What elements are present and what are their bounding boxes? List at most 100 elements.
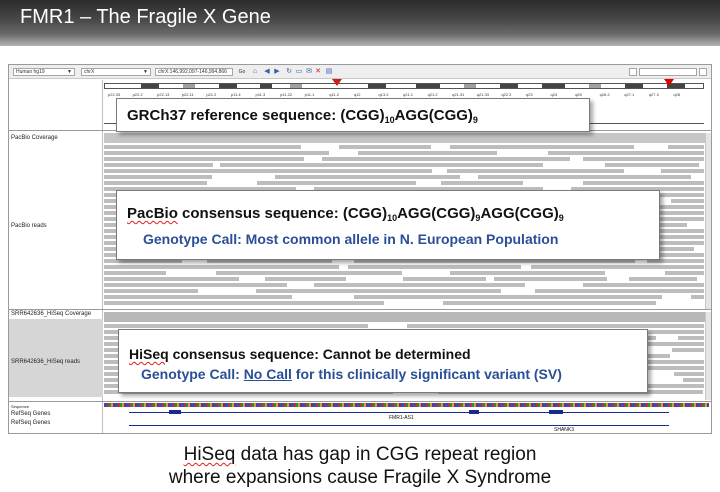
aligned-read <box>104 181 207 185</box>
back-icon[interactable]: ◀ <box>263 68 271 76</box>
gene-shank3-line <box>129 425 669 426</box>
grch37-callout: GRCh37 reference sequence: (CGG)10AGG(CG… <box>116 98 590 132</box>
home-icon[interactable]: ⌂ <box>251 68 259 76</box>
ideogram-band-label: p22.11 <box>181 92 194 97</box>
ideogram-band-label: q22.2 <box>501 92 512 97</box>
pacbio-mid2: AGG(CGG) <box>480 205 559 222</box>
current-locus-marker-icon <box>664 79 674 86</box>
aligned-read <box>220 163 544 167</box>
hiseq-scrollbar[interactable] <box>705 312 711 400</box>
track-label-refseq-genes: RefSeq Genes <box>11 411 51 417</box>
igv-toolbar: Human hg19 ▼ chrX ▼ chrX:146,992,097-146… <box>9 65 711 79</box>
ideogram-band <box>290 84 303 88</box>
aligned-read <box>104 289 198 293</box>
track-label-refseq-genes-2: RefSeq Genes <box>11 420 51 426</box>
caption-line-1: HiSeq data has gap in CGG repeat region <box>0 444 720 466</box>
aligned-read <box>321 157 570 161</box>
ideogram-band-label: p21.2 <box>206 92 217 97</box>
zoom-out-button[interactable] <box>629 68 637 76</box>
zoom-in-button[interactable] <box>699 68 707 76</box>
aligned-read <box>583 283 704 287</box>
caption-line-1-rest: data has gap in CGG repeat region <box>235 444 537 465</box>
refresh-icon[interactable]: ↻ <box>285 68 293 76</box>
ideogram-band-label: q11.2 <box>329 92 339 97</box>
locus-input[interactable]: chrX:146,992,097-146,994,866 <box>155 68 233 76</box>
aligned-read <box>494 277 607 281</box>
aligned-read <box>104 324 369 328</box>
gene-exon <box>169 410 181 414</box>
ideogram-band <box>589 84 602 88</box>
genome-select[interactable]: Human hg19 ▼ <box>13 68 75 76</box>
ideogram-band-label: q27.1 <box>624 92 635 97</box>
chromosome-ideogram[interactable] <box>104 83 704 89</box>
chevron-down-icon: ▼ <box>143 69 148 75</box>
ideogram-band-label: q21.2 <box>427 92 438 97</box>
aligned-read <box>678 336 704 340</box>
ideogram-band-label: q13.2 <box>378 92 389 97</box>
sequence-track <box>104 403 709 407</box>
aligned-read <box>531 265 704 269</box>
zoom-slider[interactable] <box>639 68 697 76</box>
ideogram-band-label: q25 <box>575 92 582 97</box>
aligned-read <box>104 145 302 149</box>
aligned-read <box>257 181 416 185</box>
aligned-read <box>104 157 304 161</box>
genome-select-value: Human hg19 <box>16 69 45 75</box>
aligned-read <box>104 151 330 155</box>
pacbio-consensus-text: PacBio consensus sequence: (CGG)10AGG(CG… <box>127 205 564 223</box>
ideogram-band-label: q21.1 <box>403 92 414 97</box>
hiseq-genotype-suffix: for this clinically significant variant … <box>291 366 562 382</box>
track-label-pacbio-coverage: PacBio Coverage <box>11 135 58 141</box>
ideogram-band-label: q23 <box>525 92 533 97</box>
pacbio-scrollbar[interactable] <box>705 133 711 309</box>
grch37-prefix: GRCh37 reference sequence: (CGG) <box>127 107 385 124</box>
hiseq-genotype-prefix: Genotype Call: <box>141 366 244 382</box>
track-label-pacbio-reads: PacBio reads <box>11 223 47 229</box>
hiseq-label-background <box>9 319 103 397</box>
hiseq-no-call: No Call <box>243 366 292 382</box>
chromosome-select[interactable]: chrX ▼ <box>81 68 151 76</box>
pacbio-word: PacBio <box>127 205 178 222</box>
grch37-reference-text: GRCh37 reference sequence: (CGG)10AGG(CG… <box>127 107 478 125</box>
ideogram-band-label: q21.31 <box>452 92 465 97</box>
comment-icon[interactable]: ✉ <box>305 68 313 76</box>
ideogram-band-label: q28 <box>673 92 681 97</box>
aligned-read <box>104 271 167 275</box>
aligned-read <box>274 175 460 179</box>
aligned-read <box>642 366 704 370</box>
chevron-down-icon: ▼ <box>67 69 72 75</box>
pacbio-sub1: 10 <box>387 213 398 223</box>
popup-menu-icon[interactable]: ▤ <box>325 68 333 76</box>
aligned-read <box>446 169 625 173</box>
panel-divider <box>9 309 711 310</box>
aligned-read <box>215 271 403 275</box>
caption-hiseq-word: HiSeq <box>183 444 236 465</box>
hiseq-genotype-call: Genotype Call: No Call for this clinical… <box>141 366 562 382</box>
grch37-mid: AGG(CGG) <box>394 107 473 124</box>
ideogram-band-label: p11.22 <box>280 92 293 97</box>
go-button[interactable]: Go <box>237 68 247 76</box>
pacbio-callout: PacBio consensus sequence: (CGG)10AGG(CG… <box>116 190 660 260</box>
grch37-sub2: 9 <box>472 115 478 125</box>
ideogram-band <box>218 84 237 88</box>
forward-icon[interactable]: ▶ <box>273 68 281 76</box>
gene-exon <box>469 410 479 414</box>
ideogram-band-label: p11.1 <box>304 92 315 97</box>
ideogram-band <box>140 84 159 88</box>
gene-fmr1-as1-line <box>129 412 669 413</box>
pacbio-coverage-track <box>104 133 709 143</box>
hiseq-coverage-track <box>104 312 709 322</box>
ideogram-band-label: p22.2 <box>132 92 143 97</box>
chromosome-select-value: chrX <box>84 69 95 75</box>
ideogram-band-label: q24 <box>550 92 558 97</box>
ideogram-band <box>463 84 476 88</box>
ideogram-band-label: p11.3 <box>255 92 266 97</box>
aligned-read <box>104 295 293 299</box>
track-label-hiseq-coverage: SRR642636_HiSeq Coverage <box>11 311 92 317</box>
region-of-interest-icon[interactable]: ▭ <box>295 68 303 76</box>
aligned-read <box>583 157 704 161</box>
aligned-read <box>313 283 525 287</box>
close-icon[interactable]: ✕ <box>314 68 322 76</box>
ideogram-band-label: p22.33 <box>108 92 121 97</box>
grch37-sub1: 10 <box>384 115 395 125</box>
